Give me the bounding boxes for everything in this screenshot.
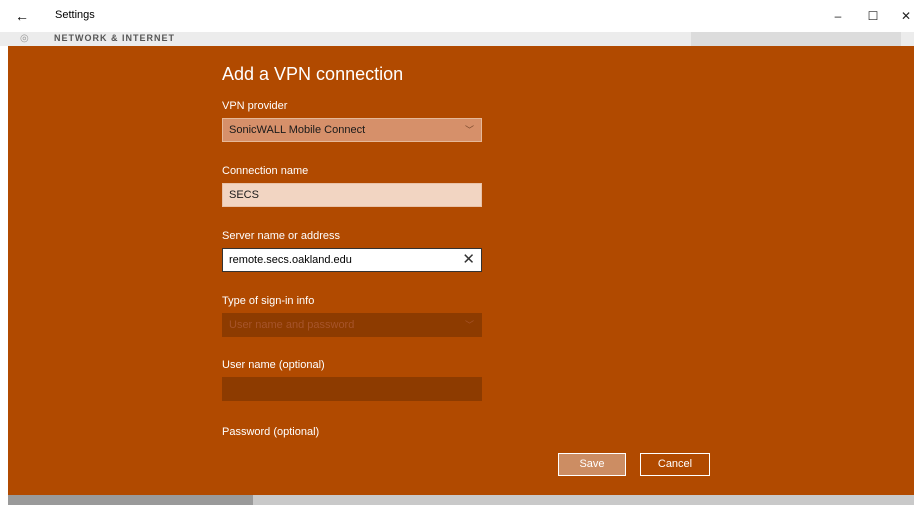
- search-box[interactable]: [691, 32, 901, 46]
- signin-type-value: User name and password: [229, 319, 355, 331]
- server-input[interactable]: remote.secs.oakland.edu ✕: [222, 248, 482, 272]
- vpn-provider-label: VPN provider: [222, 100, 288, 112]
- background-scroll-thumb: [8, 495, 253, 505]
- chevron-down-icon: ﹀: [464, 125, 474, 135]
- username-input[interactable]: [222, 377, 482, 401]
- vpn-provider-value: SonicWALL Mobile Connect: [229, 124, 366, 136]
- signin-type-select[interactable]: User name and password ﹀: [222, 313, 482, 337]
- signin-type-label: Type of sign-in info: [222, 295, 315, 307]
- password-label: Password (optional): [222, 426, 320, 438]
- connection-name-value: SECS: [229, 189, 259, 201]
- background-settings-header: ◎ NETWORK & INTERNET: [0, 32, 914, 46]
- background-scroll-strip: [8, 495, 914, 505]
- connection-name-input[interactable]: SECS: [222, 183, 482, 207]
- username-label: User name (optional): [222, 359, 325, 371]
- connection-name-label: Connection name: [222, 165, 309, 177]
- add-vpn-dialog: Add a VPN connection VPN provider SonicW…: [8, 46, 914, 495]
- clear-icon[interactable]: ✕: [462, 249, 475, 271]
- minimize-icon[interactable]: –: [828, 6, 848, 26]
- server-value: remote.secs.oakland.edu: [229, 254, 352, 266]
- chevron-down-icon: ﹀: [464, 320, 474, 330]
- section-title: NETWORK & INTERNET: [54, 33, 175, 43]
- close-icon[interactable]: ✕: [896, 6, 914, 26]
- maximize-icon[interactable]: ☐: [863, 6, 883, 26]
- vpn-provider-select[interactable]: SonicWALL Mobile Connect ﹀: [222, 118, 482, 142]
- dialog-title: Add a VPN connection: [222, 64, 404, 84]
- title-bar: ← Settings – ☐ ✕: [0, 0, 914, 32]
- save-button[interactable]: Save: [558, 453, 626, 476]
- server-label: Server name or address: [222, 230, 340, 242]
- back-arrow-icon[interactable]: ←: [14, 8, 30, 24]
- window-title: Settings: [55, 9, 95, 21]
- cancel-button[interactable]: Cancel: [640, 453, 710, 476]
- globe-icon: ◎: [20, 33, 29, 44]
